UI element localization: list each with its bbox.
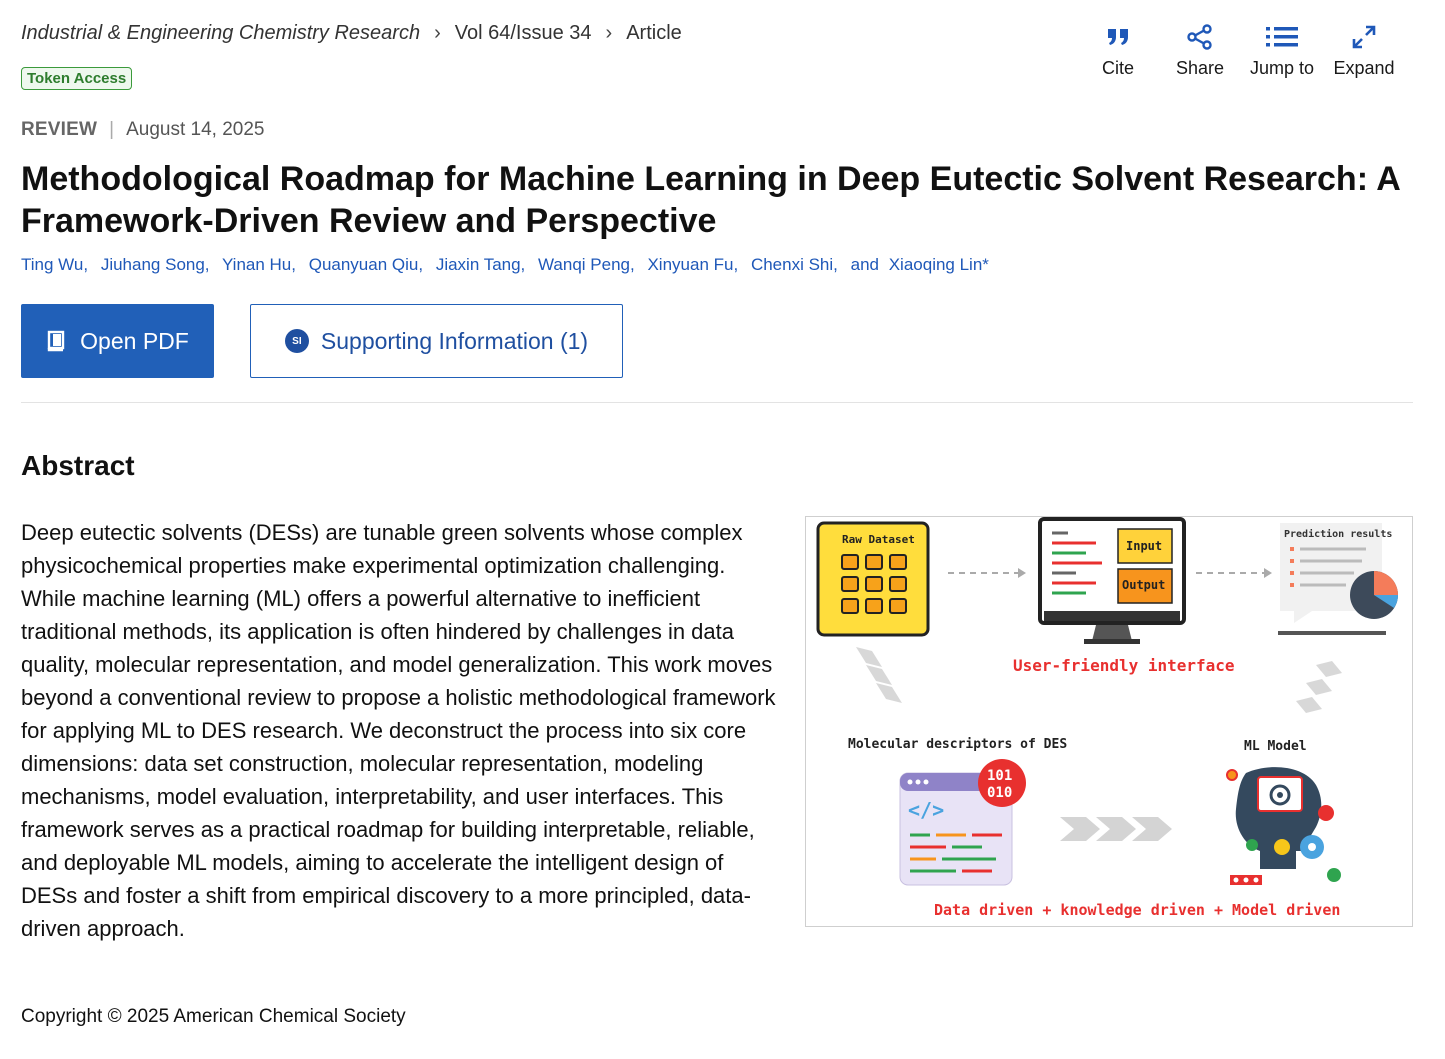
author-conjunction: and xyxy=(850,255,879,274)
share-label: Share xyxy=(1175,58,1225,78)
breadcrumb-journal-link[interactable]: Industrial & Engineering Chemistry Resea… xyxy=(21,22,420,45)
quote-icon xyxy=(1077,20,1159,54)
ml-model-label: ML Model xyxy=(1244,739,1307,754)
author-link[interactable]: Jiaxin Tang, xyxy=(436,255,525,274)
jump-to-label: Jump to xyxy=(1249,58,1315,78)
supporting-info-label: Supporting Information (1) xyxy=(320,327,589,354)
copyright-notice: Copyright © 2025 American Chemical Socie… xyxy=(21,1006,406,1027)
toc-graphic[interactable]: Raw Dataset Input Output Prediction resu… xyxy=(805,516,1413,927)
author-link[interactable]: Yinan Hu, xyxy=(222,255,296,274)
code-tag: </> xyxy=(908,798,944,822)
publish-date: August 14, 2025 xyxy=(126,119,265,140)
code-window-icon: </> 101 010 xyxy=(899,759,1026,886)
author-link[interactable]: Xinyuan Fu, xyxy=(647,255,738,274)
output-label: Output xyxy=(1122,578,1165,592)
jump-to-button[interactable]: Jump to xyxy=(1241,20,1323,79)
dashed-arrow-icon xyxy=(1196,568,1272,578)
binary-code: 010 xyxy=(987,785,1012,801)
open-pdf-label: Open PDF xyxy=(80,327,189,354)
cite-label: Cite xyxy=(1101,58,1134,78)
abstract-heading: Abstract xyxy=(21,450,135,481)
article-type: REVIEW xyxy=(21,119,98,140)
open-pdf-button[interactable]: Open PDF xyxy=(21,304,214,378)
abstract-text: Deep eutectic solvents (DESs) are tunabl… xyxy=(21,520,776,941)
chevron-arrows-icon xyxy=(856,647,902,703)
si-icon: SI xyxy=(284,329,309,353)
author-link[interactable]: Ting Wu, xyxy=(21,255,88,274)
prediction-label: Prediction results xyxy=(1284,528,1392,540)
list-icon xyxy=(1241,20,1323,54)
chevron-right-icon: › xyxy=(605,22,613,44)
access-badge: Token Access xyxy=(21,67,133,90)
article-meta: REVIEW | August 14, 2025 xyxy=(21,119,264,141)
binary-code: 101 xyxy=(987,768,1012,784)
section-divider xyxy=(21,402,1413,403)
chevron-arrows-icon xyxy=(1296,661,1342,713)
author-link[interactable]: Chenxi Shi, xyxy=(751,255,838,274)
breadcrumb-issue-link[interactable]: Vol 64/Issue 34 xyxy=(455,22,592,45)
author-link[interactable]: Xiaoqing Lin* xyxy=(889,255,989,274)
expand-icon xyxy=(1323,20,1405,54)
author-link[interactable]: Jiuhang Song, xyxy=(101,255,210,274)
ui-caption: User-friendly interface xyxy=(1013,656,1235,675)
descriptors-label: Molecular descriptors of DES xyxy=(848,737,1067,752)
author-list: Ting Wu, Jiuhang Song, Yinan Hu, Quanyua… xyxy=(21,255,997,275)
expand-label: Expand xyxy=(1333,58,1395,78)
raw-dataset-label: Raw Dataset xyxy=(842,533,915,546)
raw-dataset-icon: Raw Dataset xyxy=(816,521,930,637)
dashed-arrow-icon xyxy=(948,568,1026,578)
author-link[interactable]: Quanyuan Qiu, xyxy=(309,255,423,274)
meta-divider: | xyxy=(109,119,115,140)
monitor-icon: Input Output xyxy=(1038,517,1186,644)
ml-head-icon xyxy=(1226,767,1341,885)
article-title: Methodological Roadmap for Machine Learn… xyxy=(21,160,1400,240)
chevron-right-icon: › xyxy=(434,22,441,44)
chevron-arrows-icon xyxy=(1060,817,1172,841)
breadcrumb: Industrial & Engineering Chemistry Resea… xyxy=(21,22,682,45)
input-label: Input xyxy=(1126,539,1162,553)
breadcrumb-current: Article xyxy=(626,22,682,44)
share-icon xyxy=(1159,20,1241,54)
toc-footer-caption: Data driven + knowledge driven + Model d… xyxy=(934,901,1340,919)
cite-button[interactable]: Cite xyxy=(1077,20,1159,79)
article-toolbar: Cite Share Jump to Expand xyxy=(1077,20,1405,79)
book-icon xyxy=(46,330,66,352)
share-button[interactable]: Share xyxy=(1159,20,1241,79)
prediction-results-icon: Prediction results xyxy=(1278,523,1398,635)
expand-button[interactable]: Expand xyxy=(1323,20,1405,79)
author-link[interactable]: Wanqi Peng, xyxy=(538,255,635,274)
supporting-info-button[interactable]: SI Supporting Information (1) xyxy=(250,304,623,378)
